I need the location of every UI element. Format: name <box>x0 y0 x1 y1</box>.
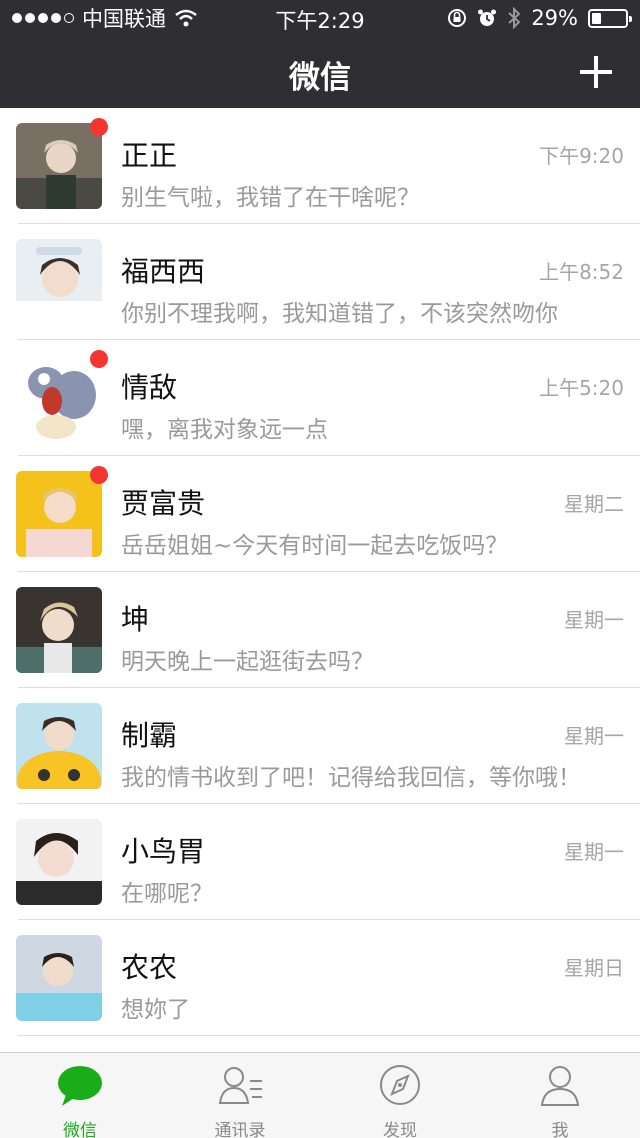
chat-time: 下午9:20 <box>539 144 624 168</box>
avatar <box>16 935 102 1021</box>
unread-badge <box>90 118 108 136</box>
chat-name: 小鸟胃 <box>121 835 206 868</box>
chat-time: 上午8:52 <box>539 260 624 284</box>
tab-label: 我 <box>551 1121 569 1138</box>
battery-level <box>592 12 601 24</box>
tab-bar: 微信 通讯录 发现 我 <box>0 1052 640 1138</box>
rotation-lock-icon <box>448 9 467 27</box>
tab-label: 微信 <box>63 1121 97 1138</box>
chat-time: 上午5:20 <box>539 376 624 400</box>
chat-preview: 想妳了 <box>121 997 190 1023</box>
chat-bubble-icon <box>56 1063 104 1109</box>
chat-list: 正正 下午9:20 别生气啦，我错了在干啥呢？ 福西西 上午8:52 你别不理我… <box>0 108 640 1036</box>
unread-badge <box>90 466 108 484</box>
chat-row-zhiba[interactable]: 制霸 星期一 我的情书收到了吧！记得给我回信，等你哦！ <box>0 688 640 804</box>
chat-preview: 嘿，离我对象远一点 <box>121 417 328 443</box>
tab-label: 通讯录 <box>214 1121 266 1138</box>
chat-row-xiaoniaowei[interactable]: 小鸟胃 星期一 在哪呢？ <box>0 804 640 920</box>
chat-preview: 我的情书收到了吧！记得给我回信，等你哦！ <box>121 765 581 791</box>
chat-name: 福西西 <box>121 255 206 288</box>
chat-name: 制霸 <box>121 719 178 752</box>
chat-time: 星期一 <box>564 724 624 748</box>
person-icon <box>536 1063 584 1109</box>
chat-row-qingdi[interactable]: 情敌 上午5:20 嘿，离我对象远一点 <box>0 340 640 456</box>
chat-name: 情敌 <box>121 371 178 404</box>
avatar <box>16 819 102 905</box>
contacts-icon <box>216 1063 264 1109</box>
chat-row-kun[interactable]: 坤 星期一 明天晚上一起逛街去吗？ <box>0 572 640 688</box>
tab-me[interactable]: 我 <box>480 1053 640 1138</box>
avatar <box>16 123 102 209</box>
chat-preview: 你别不理我啊，我知道错了，不该突然吻你 <box>121 301 558 327</box>
chat-preview: 别生气啦，我错了在干啥呢？ <box>121 185 420 211</box>
chat-name: 坤 <box>121 603 150 636</box>
chat-preview: 明天晚上一起逛街去吗？ <box>121 649 374 675</box>
tab-label: 发现 <box>383 1121 417 1138</box>
status-bar: 中国联通 下午2:29 29% <box>0 0 640 36</box>
chat-preview: 在哪呢？ <box>121 881 213 907</box>
add-icon[interactable] <box>580 56 612 88</box>
chat-time: 星期一 <box>564 840 624 864</box>
chat-time: 星期二 <box>564 492 624 516</box>
battery-percent: 29% <box>531 6 578 30</box>
avatar <box>16 239 102 325</box>
chat-row-jiafugui[interactable]: 贾富贵 星期二 岳岳姐姐~今天有时间一起去吃饭吗？ <box>0 456 640 572</box>
page-title: 微信 <box>289 60 351 96</box>
chat-time: 星期日 <box>564 956 624 980</box>
nav-bar: 微信 <box>0 36 640 108</box>
status-bar-right: 29% <box>447 6 632 30</box>
avatar <box>16 355 102 441</box>
chat-preview: 岳岳姐姐~今天有时间一起去吃饭吗？ <box>121 533 509 559</box>
avatar <box>16 587 102 673</box>
unread-badge <box>90 350 108 368</box>
alarm-icon <box>478 9 497 26</box>
battery-icon <box>588 8 632 28</box>
avatar <box>16 703 102 789</box>
tab-discover[interactable]: 发现 <box>320 1053 480 1138</box>
chat-name: 农农 <box>121 951 178 984</box>
tab-contacts[interactable]: 通讯录 <box>160 1053 320 1138</box>
chat-row-fuxixi[interactable]: 福西西 上午8:52 你别不理我啊，我知道错了，不该突然吻你 <box>0 224 640 340</box>
avatar <box>16 471 102 557</box>
chat-name: 正正 <box>121 139 178 172</box>
compass-icon <box>376 1063 424 1109</box>
bluetooth-icon <box>508 7 521 29</box>
tab-chats[interactable]: 微信 <box>0 1053 160 1138</box>
chat-time: 星期一 <box>564 608 624 632</box>
chat-row-zhengzheng[interactable]: 正正 下午9:20 别生气啦，我错了在干啥呢？ <box>0 108 640 224</box>
chat-row-nongnong[interactable]: 农农 星期日 想妳了 <box>0 920 640 1036</box>
chat-name: 贾富贵 <box>121 487 206 520</box>
